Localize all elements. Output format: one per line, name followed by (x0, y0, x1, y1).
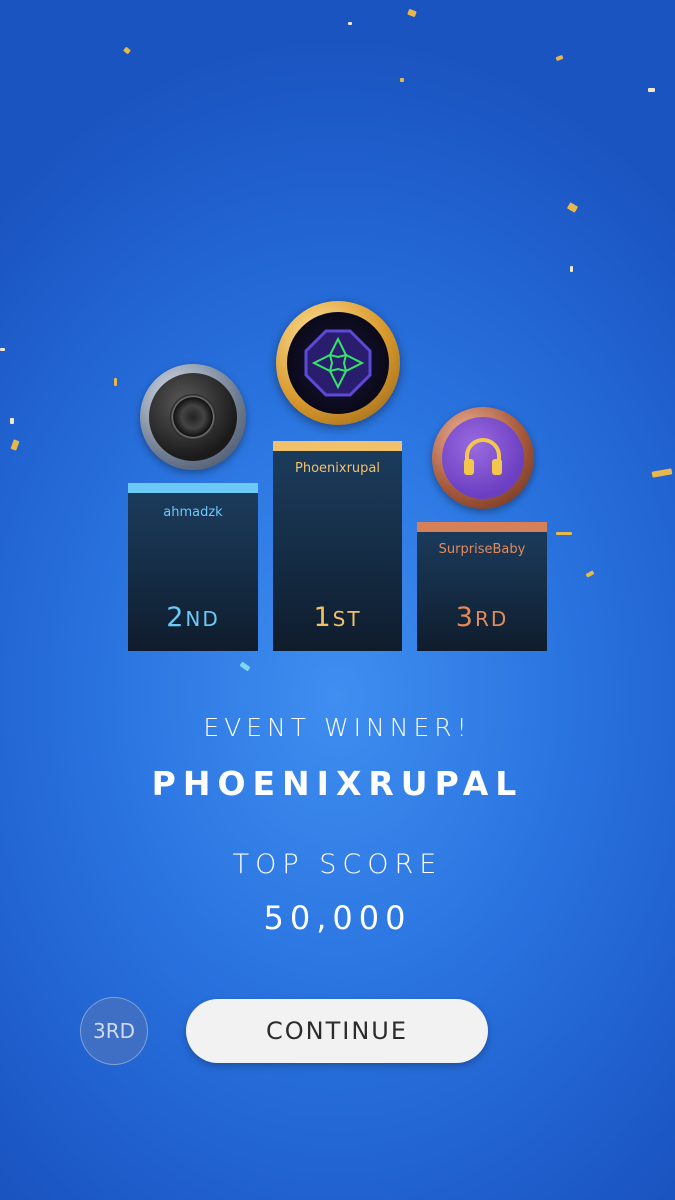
headphones-icon (432, 407, 534, 509)
podium-second-rank: 2ND (166, 602, 220, 633)
podium-third: SurpriseBaby 3RD (417, 522, 547, 651)
speaker-icon (140, 364, 246, 470)
continue-button[interactable]: CONTINUE (186, 999, 488, 1063)
podium-third-cap (417, 522, 547, 532)
podium-first-cap (273, 441, 402, 451)
podium-second-cap (128, 483, 258, 493)
top-score-value: 50,000 (263, 899, 412, 937)
podium-first-rank: 1ST (313, 602, 362, 633)
podium-second: ahmadzk 2ND (128, 483, 258, 651)
top-score-label: TOP SCORE (232, 849, 443, 880)
podium-third-rank: 3RD (455, 602, 509, 633)
rank-chip[interactable]: 3RD (80, 997, 148, 1065)
octagon-gem-icon (276, 301, 400, 425)
podium-first-name: Phoenixrupal (295, 461, 380, 476)
podium-first: Phoenixrupal 1ST (273, 441, 402, 651)
podium-third-name: SurpriseBaby (438, 542, 526, 557)
podium-second-name: ahmadzk (163, 505, 223, 520)
event-winner-label: EVENT WINNER! (203, 713, 472, 742)
winner-name: PHOENIXRUPAL (151, 764, 524, 803)
